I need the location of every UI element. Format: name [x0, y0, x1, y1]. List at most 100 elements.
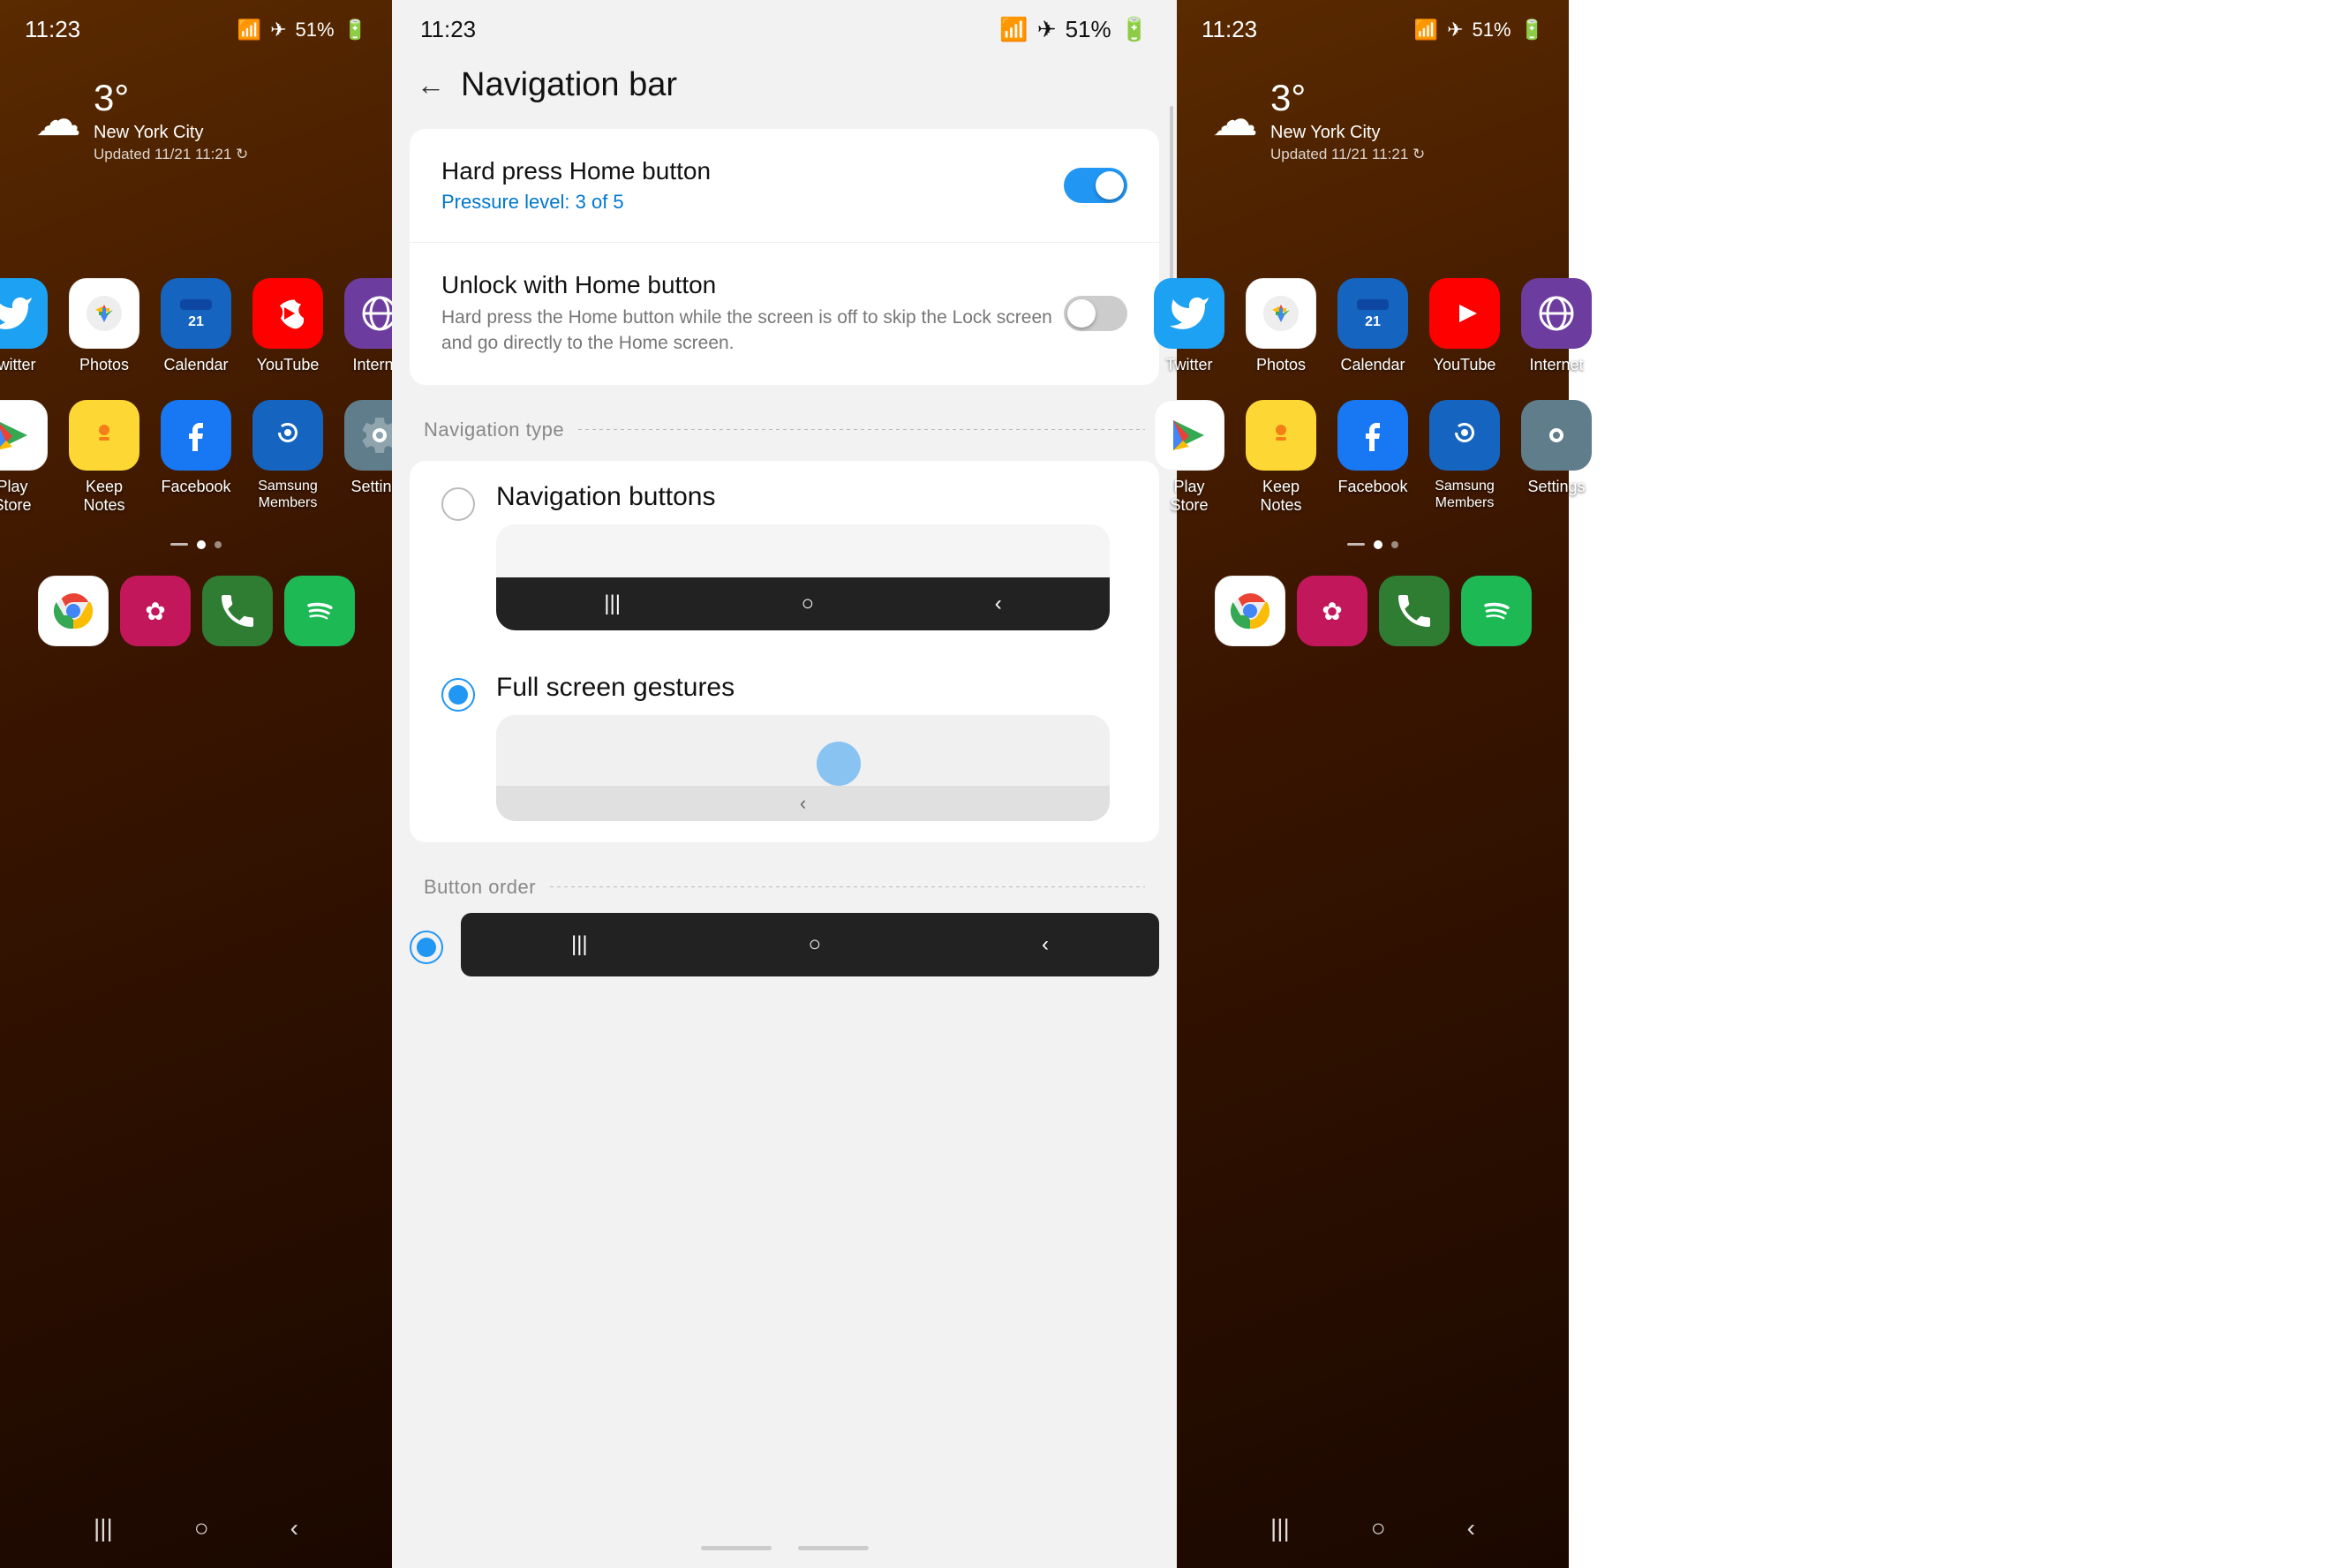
button-order-radio[interactable] — [410, 931, 443, 964]
left-app-grid-row1: Twitter Photos 21 Calendar YouTube — [0, 278, 392, 375]
left-twitter-label: Twitter — [0, 356, 36, 375]
left-app-playstore[interactable]: Play Store — [0, 400, 48, 516]
right-dock-phone[interactable] — [1379, 576, 1450, 646]
hard-press-title: Hard press Home button — [441, 157, 711, 185]
right-app-twitter[interactable]: Twitter — [1154, 278, 1224, 375]
left-dock-chrome[interactable] — [38, 576, 109, 646]
left-petal-icon[interactable]: ✿ — [120, 576, 191, 646]
left-facebook-icon[interactable] — [161, 400, 231, 471]
right-keepnotes-icon[interactable] — [1246, 400, 1316, 471]
svg-text:21: 21 — [188, 314, 204, 329]
right-app-settings[interactable]: Settings — [1521, 400, 1592, 516]
pressure-level: Pressure level: 3 of 5 — [441, 191, 624, 213]
left-calendar-icon[interactable]: 21 — [161, 278, 231, 349]
right-spotify-icon[interactable] — [1461, 576, 1532, 646]
left-app-samsung[interactable]: Samsung Members — [252, 400, 323, 516]
left-chrome-icon[interactable] — [38, 576, 109, 646]
left-dock-spotify[interactable] — [284, 576, 355, 646]
right-status-bar: 11:23 📶 ✈ 51% 🔋 — [1177, 0, 1569, 50]
right-app-keepnotes[interactable]: Keep Notes — [1246, 400, 1316, 516]
left-app-keepnotes[interactable]: Keep Notes — [69, 400, 139, 516]
right-settings-icon[interactable] — [1521, 400, 1592, 471]
left-nav-home[interactable]: ○ — [194, 1514, 209, 1542]
right-nav-back[interactable]: ‹ — [1467, 1514, 1475, 1542]
nav-buttons-radio[interactable] — [441, 487, 475, 521]
right-nav-recent[interactable]: ||| — [1270, 1514, 1290, 1542]
left-time: 11:23 — [25, 16, 80, 43]
svg-text:✿: ✿ — [145, 598, 165, 625]
unlock-text: Unlock with Home button Hard press the H… — [441, 271, 1064, 357]
gesture-back-indicator: ‹ — [800, 792, 806, 815]
left-weather-widget: ☁ 3° New York City Updated 11/21 11:21 ↻ — [0, 50, 392, 172]
nav-type-card: Navigation buttons ||| ○ ‹ Full screen g… — [410, 461, 1159, 842]
gestures-radio[interactable] — [441, 678, 475, 712]
right-dock-petal[interactable]: ✿ — [1297, 576, 1367, 646]
right-app-grid-row1: Twitter Photos 21 Calendar YouTube Inter… — [1177, 278, 1569, 375]
right-playstore-icon[interactable] — [1154, 400, 1224, 471]
left-photos-label: Photos — [79, 356, 129, 375]
nav-buttons-preview: ||| ○ ‹ — [496, 524, 1110, 630]
right-internet-icon[interactable] — [1521, 278, 1592, 349]
left-app-facebook[interactable]: Facebook — [161, 400, 231, 516]
right-status-icons: 📶 ✈ 51% 🔋 — [1414, 19, 1544, 41]
back-button[interactable]: ← — [417, 69, 445, 102]
left-youtube-icon[interactable] — [252, 278, 323, 349]
left-dock-phone[interactable] — [202, 576, 273, 646]
right-twitter-icon[interactable] — [1154, 278, 1224, 349]
right-app-photos[interactable]: Photos — [1246, 278, 1316, 375]
left-keepnotes-icon[interactable] — [69, 400, 139, 471]
nav-buttons-label: Navigation buttons — [496, 482, 1127, 512]
left-youtube-label: YouTube — [257, 356, 320, 375]
nav-preview-bar: ||| ○ ‹ — [496, 577, 1110, 630]
right-app-youtube[interactable]: YouTube — [1429, 278, 1500, 375]
right-photos-icon[interactable] — [1246, 278, 1316, 349]
right-twitter-label: Twitter — [1165, 356, 1212, 375]
left-playstore-icon[interactable] — [0, 400, 48, 471]
right-phone-icon[interactable] — [1379, 576, 1450, 646]
left-bottom-nav: ||| ○ ‹ — [0, 1489, 392, 1568]
home-button-card: Hard press Home button Pressure level: 3… — [410, 129, 1159, 385]
nav-type-text: Navigation type — [424, 418, 564, 441]
settings-scrollbar[interactable] — [1170, 106, 1173, 283]
settings-battery: 51% — [1066, 16, 1111, 43]
left-weather-city: New York City — [94, 123, 248, 143]
unlock-toggle[interactable] — [1064, 296, 1127, 331]
right-samsung-icon[interactable] — [1429, 400, 1500, 471]
left-phone-icon[interactable] — [202, 576, 273, 646]
left-photos-icon[interactable] — [69, 278, 139, 349]
right-calendar-icon[interactable]: 21 — [1337, 278, 1408, 349]
right-chrome-icon[interactable] — [1215, 576, 1285, 646]
left-app-twitter[interactable]: Twitter — [0, 278, 48, 375]
left-app-photos[interactable]: Photos — [69, 278, 139, 375]
button-order-bar: ||| ○ ‹ — [461, 913, 1159, 976]
right-app-playstore[interactable]: Play Store — [1154, 400, 1224, 516]
right-petal-icon[interactable]: ✿ — [1297, 576, 1367, 646]
left-twitter-icon[interactable] — [0, 278, 48, 349]
left-weather-updated: Updated 11/21 11:21 ↻ — [94, 146, 248, 163]
right-app-facebook[interactable]: Facebook — [1337, 400, 1408, 516]
button-order-row: ||| ○ ‹ — [392, 913, 1177, 976]
hard-press-toggle[interactable] — [1064, 168, 1127, 203]
right-youtube-icon[interactable] — [1429, 278, 1500, 349]
gestures-option[interactable]: Full screen gestures ‹ — [410, 652, 1159, 842]
right-dock-chrome[interactable] — [1215, 576, 1285, 646]
hard-press-text: Hard press Home button Pressure level: 3… — [441, 157, 711, 214]
left-nav-recent[interactable]: ||| — [94, 1514, 113, 1542]
settings-page-title: Navigation bar — [461, 66, 677, 104]
right-app-calendar[interactable]: 21 Calendar — [1337, 278, 1408, 375]
left-app-calendar[interactable]: 21 Calendar — [161, 278, 231, 375]
right-nav-home[interactable]: ○ — [1371, 1514, 1386, 1542]
battery-icon: 🔋 — [343, 19, 367, 41]
right-time: 11:23 — [1202, 16, 1257, 43]
left-samsung-icon[interactable] — [252, 400, 323, 471]
right-facebook-icon[interactable] — [1337, 400, 1408, 471]
handle-right — [798, 1546, 869, 1550]
right-dock-spotify[interactable] — [1461, 576, 1532, 646]
left-app-youtube[interactable]: YouTube — [252, 278, 323, 375]
nav-buttons-option[interactable]: Navigation buttons ||| ○ ‹ — [410, 461, 1159, 652]
left-nav-back[interactable]: ‹ — [290, 1514, 298, 1542]
left-dock-petal[interactable]: ✿ — [120, 576, 191, 646]
left-spotify-icon[interactable] — [284, 576, 355, 646]
right-app-samsung[interactable]: Samsung Members — [1429, 400, 1500, 516]
right-app-internet[interactable]: Internet — [1521, 278, 1592, 375]
